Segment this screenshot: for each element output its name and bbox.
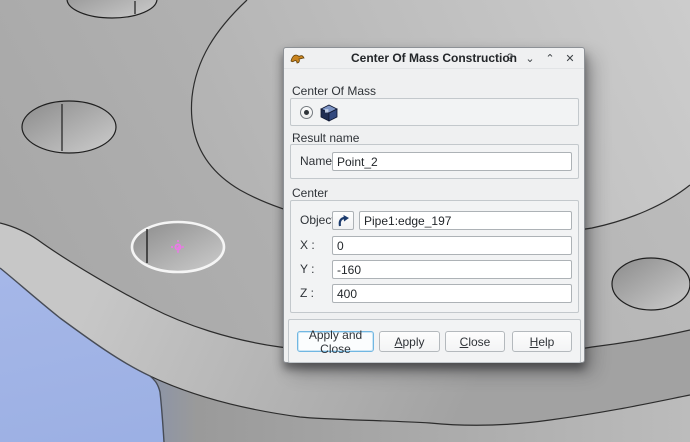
dialog-titlebar[interactable]: Center Of Mass Construction ? ⌄ ⌃ ✕ [284,48,584,69]
name-label: Name [300,152,332,171]
z-label: Z : [300,284,314,303]
select-object-button[interactable] [332,211,354,230]
apply-button[interactable]: Apply [379,331,440,352]
group-label-result-name: Result name [292,131,359,145]
group-result-name: Name [290,144,579,179]
y-input[interactable] [332,260,572,279]
screen: Center Of Mass Construction ? ⌄ ⌃ ✕ Cent… [0,0,690,442]
center-of-mass-dialog: Center Of Mass Construction ? ⌄ ⌃ ✕ Cent… [283,47,585,363]
hole-right[interactable] [612,258,690,310]
apply-and-close-button[interactable]: Apply and Close [297,331,374,352]
object-input[interactable] [359,211,572,230]
x-label: X : [300,236,315,255]
help-button[interactable]: Help [512,331,572,352]
dialog-button-box: Apply and Close Apply Close Help [288,319,581,363]
hole-left[interactable] [22,101,116,153]
app-icon [290,52,305,65]
group-center-of-mass [290,98,579,126]
x-input[interactable] [332,236,572,255]
solid-shape-icon [319,103,339,123]
unshade-icon[interactable]: ⌃ [542,50,558,66]
whats-this-icon[interactable]: ? [502,50,518,66]
shape-type-radio[interactable] [300,106,313,119]
shade-icon[interactable]: ⌄ [522,50,538,66]
group-label-center: Center [292,186,328,200]
close-icon[interactable]: ✕ [562,50,578,66]
close-button[interactable]: Close [445,331,505,352]
name-input[interactable] [332,152,572,171]
selection-arrow-icon [337,214,350,227]
y-label: Y : [300,260,314,279]
group-label-center-of-mass: Center Of Mass [292,84,376,98]
hole-selected-edge[interactable] [132,222,224,272]
z-input[interactable] [332,284,572,303]
group-center: Object X : Y : Z : [290,200,579,313]
object-label: Object [300,211,335,230]
